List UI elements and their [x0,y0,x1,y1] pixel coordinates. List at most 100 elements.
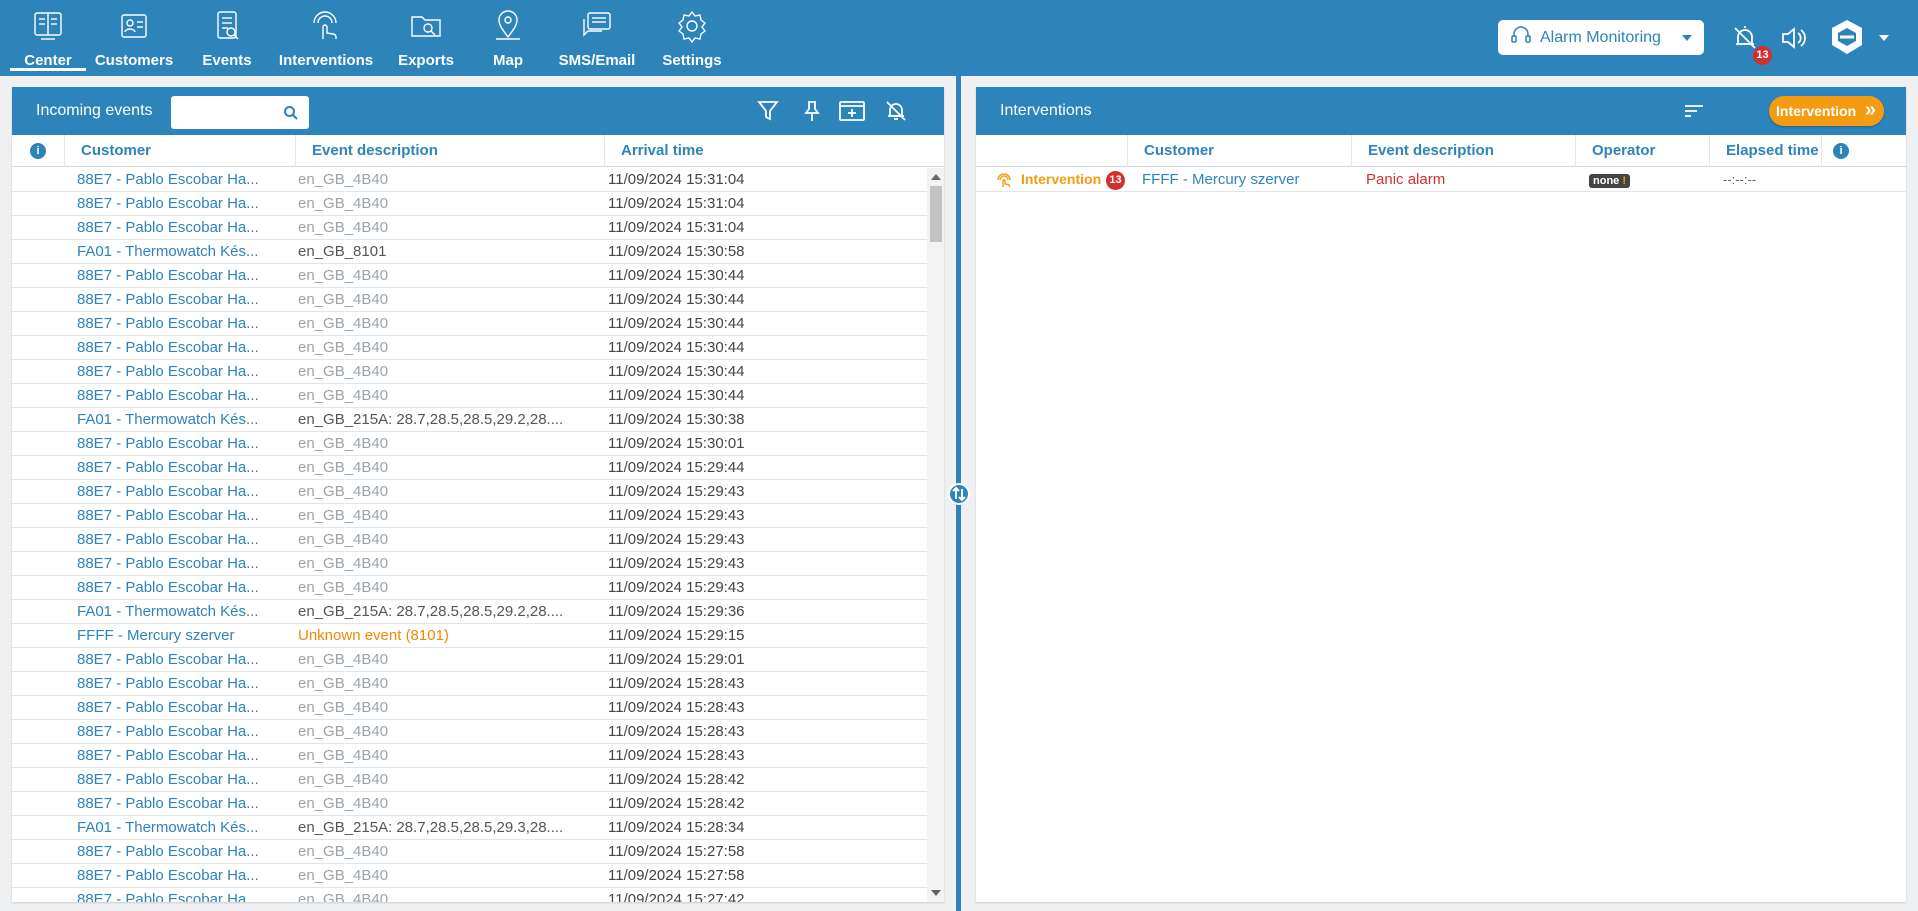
table-row[interactable]: 88E7 - Pablo Escobar Ha... en_GB_4B40 11/0… [12,840,927,864]
cell-customer: 88E7 - Pablo Escobar Ha... [77,651,259,668]
sms-email-icon [580,9,614,48]
cell-customer: 88E7 - Pablo Escobar Ha... [77,483,259,500]
table-row[interactable]: FA01 - Thermowatch Kés... en_GB_215A: 28.… [12,600,927,624]
scroll-thumb[interactable] [930,186,942,242]
nav-exports[interactable]: Exports [380,0,472,76]
table-row[interactable]: 88E7 - Pablo Escobar Ha... en_GB_4B40 11/0… [12,864,927,888]
search-box [171,96,309,129]
table-row[interactable]: 88E7 - Pablo Escobar Ha... en_GB_4B40 11/0… [12,552,927,576]
table-row[interactable]: 88E7 - Pablo Escobar Ha... en_GB_4B40 11/0… [12,288,927,312]
double-chevron-right-icon: » [1864,99,1876,121]
nav-interventions[interactable]: Interventions [272,0,380,76]
column-customer[interactable]: Customer [1127,135,1351,167]
pin-icon[interactable] [800,99,824,128]
intervention-row[interactable]: Intervention 13 FFFF - Mercury szerver Pani… [976,168,1906,192]
cell-customer: 88E7 - Pablo Escobar Ha... [77,363,259,380]
cell-event-description: Panic alarm [1366,171,1446,188]
filter-icon[interactable] [756,99,780,128]
cell-arrival-time: 11/09/2024 15:27:58 [608,867,745,884]
table-row[interactable]: 88E7 - Pablo Escobar Ha... en_GB_4B40 11/0… [12,456,927,480]
sort-icon[interactable] [1682,99,1706,128]
mode-select[interactable]: Alarm Monitoring [1498,20,1704,55]
table-row[interactable]: 88E7 - Pablo Escobar Ha... en_GB_4B40 11/0… [12,312,927,336]
user-menu-button[interactable] [1829,18,1889,58]
cell-event-description: en_GB_215A: 28.7,28.5,28.5,29.2,28.... [298,411,564,428]
table-row[interactable]: 88E7 - Pablo Escobar Ha... en_GB_4B40 11/0… [12,576,927,600]
cell-event-description: en_GB_4B40 [298,291,389,308]
info-icon: i [1833,143,1849,159]
table-row[interactable]: 88E7 - Pablo Escobar Ha... en_GB_4B40 11/0… [12,216,927,240]
cell-elapsed-time: --:--:-- [1723,172,1757,187]
settings-icon [675,9,709,48]
column-operator[interactable]: Operator [1575,135,1709,167]
search-icon[interactable] [283,105,299,126]
nav-events[interactable]: Events [182,0,272,76]
cell-operator: none ! [1589,168,1699,191]
table-row[interactable]: 88E7 - Pablo Escobar Ha... en_GB_4B40 11/0… [12,744,927,768]
cell-event-description: en_GB_4B40 [298,795,389,812]
table-row[interactable]: 88E7 - Pablo Escobar Ha... en_GB_4B40 11/0… [12,336,927,360]
table-row[interactable]: 88E7 - Pablo Escobar Ha... en_GB_4B40 11/0… [12,528,927,552]
table-row[interactable]: 88E7 - Pablo Escobar Ha... en_GB_4B40 11/0… [12,360,927,384]
table-row[interactable]: 88E7 - Pablo Escobar Ha... en_GB_4B40 11/0… [12,696,927,720]
column-info[interactable]: i [12,135,64,167]
add-panel-icon[interactable] [838,99,866,128]
new-intervention-button[interactable]: Intervention » [1769,96,1884,126]
operator-none-badge: none ! [1589,174,1631,188]
column-info[interactable]: i [1821,135,1906,167]
cell-event-description: en_GB_4B40 [298,699,389,716]
cell-customer: 88E7 - Pablo Escobar Ha... [77,459,259,476]
cell-arrival-time: 11/09/2024 15:29:43 [608,483,745,500]
nav-center[interactable]: Center [10,0,86,76]
nav-customers[interactable]: Customers [86,0,182,76]
alarm-mute-button[interactable]: 13 [1731,24,1772,65]
cell-arrival-time: 11/09/2024 15:29:43 [608,579,745,596]
cell-customer: FFFF - Mercury szerver [77,627,235,644]
cell-arrival-time: 11/09/2024 15:28:34 [608,819,745,836]
cell-event-description: en_GB_4B40 [298,267,389,284]
table-row[interactable]: 88E7 - Pablo Escobar Ha... en_GB_4B40 11/0… [12,672,927,696]
table-row[interactable]: 88E7 - Pablo Escobar Ha... en_GB_4B40 11/0… [12,432,927,456]
column-customer[interactable]: Customer [64,135,295,167]
cell-arrival-time: 11/09/2024 15:28:43 [608,747,745,764]
search-input[interactable] [171,96,271,129]
table-row[interactable]: FA01 - Thermowatch Kés... en_GB_8101 11/09… [12,240,927,264]
nav-label: Map [493,52,523,69]
table-row[interactable]: 88E7 - Pablo Escobar Ha... en_GB_4B40 11/0… [12,768,927,792]
cell-event-description: en_GB_4B40 [298,723,389,740]
table-row[interactable]: 88E7 - Pablo Escobar Ha... en_GB_4B40 11/0… [12,480,927,504]
table-row[interactable]: 88E7 - Pablo Escobar Ha... en_GB_4B40 11/0… [12,720,927,744]
cell-event-description: en_GB_4B40 [298,651,389,668]
cell-arrival-time: 11/09/2024 15:30:44 [608,339,745,356]
scroll-down-arrow[interactable] [931,890,941,896]
table-row[interactable]: FA01 - Thermowatch Kés... en_GB_215A: 28.… [12,816,927,840]
table-row[interactable]: 88E7 - Pablo Escobar Ha... en_GB_4B40 11/0… [12,384,927,408]
cell-arrival-time: 11/09/2024 15:27:42 [608,891,745,902]
cell-customer: 88E7 - Pablo Escobar Ha... [77,171,259,188]
incoming-events-header: Incoming events [12,87,944,135]
table-row[interactable]: FFFF - Mercury szerver Unknown event (810… [12,624,927,648]
table-row[interactable]: 88E7 - Pablo Escobar Ha... en_GB_4B40 11/0… [12,792,927,816]
incoming-events-panel: Incoming events i Customer Event descrip… [12,87,944,902]
table-row[interactable]: 88E7 - Pablo Escobar Ha... en_GB_4B40 11/0… [12,264,927,288]
table-row[interactable]: 88E7 - Pablo Escobar Ha... en_GB_4B40 11/0… [12,192,927,216]
nav-settings[interactable]: Settings [650,0,734,76]
nav-map[interactable]: Map [472,0,544,76]
scroll-up-arrow[interactable] [931,174,941,180]
incoming-events-scrollbar[interactable] [927,168,944,902]
table-row[interactable]: 88E7 - Pablo Escobar Ha... en_GB_4B40 11/0… [12,648,927,672]
column-elapsed-time[interactable]: Elapsed time [1709,135,1821,167]
table-row[interactable]: 88E7 - Pablo Escobar Ha... en_GB_4B40 11/0… [12,168,927,192]
column-event-description[interactable]: Event description [295,135,604,167]
info-icon: i [30,143,46,159]
nav-sms-email[interactable]: SMS/Email [544,0,650,76]
notifications-off-icon[interactable] [884,99,908,128]
nav-label: Center [24,52,72,69]
swap-panels-button[interactable] [948,483,970,505]
table-row[interactable]: 88E7 - Pablo Escobar Ha... en_GB_4B40 11/0… [12,504,927,528]
table-row[interactable]: 88E7 - Pablo Escobar Ha... en_GB_4B40 11/0… [12,888,927,902]
column-event-description[interactable]: Event description [1351,135,1575,167]
table-row[interactable]: FA01 - Thermowatch Kés... en_GB_215A: 28.… [12,408,927,432]
volume-button[interactable] [1779,25,1807,56]
column-arrival-time[interactable]: Arrival time [604,135,927,167]
